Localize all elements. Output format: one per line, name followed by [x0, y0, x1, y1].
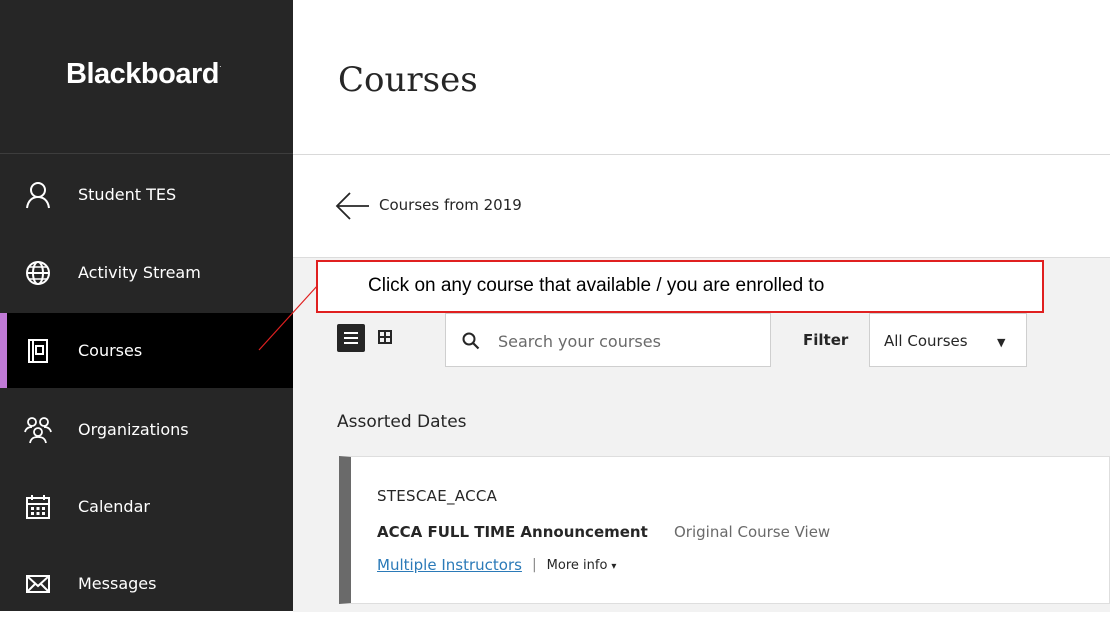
filter-dropdown[interactable]: All Courses ▼ — [869, 313, 1027, 367]
calendar-icon — [24, 493, 52, 521]
search-icon — [462, 332, 480, 350]
sidebar-item-label: Student TES — [78, 185, 177, 204]
view-toggle — [337, 324, 399, 352]
sidebar-item-messages[interactable]: Messages — [0, 546, 293, 621]
blackboard-logo[interactable]: Blackboard· — [66, 58, 222, 91]
back-navigation: Courses from 2019 — [293, 155, 1110, 257]
envelope-icon — [24, 570, 52, 598]
more-info-button[interactable]: More info ▾ — [547, 558, 617, 573]
search-input[interactable] — [496, 324, 760, 358]
back-arrow-icon[interactable] — [335, 191, 371, 221]
filter-label: Filter — [803, 331, 849, 349]
sidebar-item-label: Activity Stream — [78, 263, 201, 282]
sidebar-item-organizations[interactable]: Organizations — [0, 392, 293, 467]
user-icon — [24, 181, 52, 209]
sidebar-item-label: Calendar — [78, 497, 150, 516]
courses-icon — [24, 337, 52, 365]
organizations-icon — [24, 416, 52, 444]
page-title: Courses — [338, 60, 478, 100]
filter-selected-value: All Courses — [884, 332, 968, 350]
course-card[interactable]: STESCAE_ACCA ACCA FULL TIME Announcement… — [339, 456, 1110, 604]
sidebar-item-label: Organizations — [78, 420, 189, 439]
grid-icon — [378, 329, 392, 348]
logo-area: Blackboard· — [0, 0, 293, 154]
grid-view-button[interactable] — [371, 324, 399, 352]
link-separator: | — [531, 557, 537, 573]
course-name[interactable]: ACCA FULL TIME Announcement — [377, 523, 648, 541]
sidebar-item-label: Courses — [78, 341, 143, 360]
caret-down-icon: ▼ — [997, 336, 1006, 349]
section-heading: Assorted Dates — [337, 412, 467, 432]
sidebar-item-activity-stream[interactable]: Activity Stream — [0, 235, 293, 310]
course-id: STESCAE_ACCA — [377, 487, 498, 505]
sidebar-item-calendar[interactable]: Calendar — [0, 469, 293, 544]
annotation-callout: Click on any course that available / you… — [316, 260, 1044, 313]
back-link-label[interactable]: Courses from 2019 — [379, 196, 522, 214]
globe-icon — [24, 259, 52, 287]
course-view-type: Original Course View — [674, 523, 831, 541]
course-links: Multiple Instructors | More info ▾ — [377, 556, 616, 574]
annotation-text: Click on any course that available / you… — [368, 275, 825, 296]
more-info-label: More info — [546, 557, 608, 573]
list-icon — [344, 329, 358, 348]
sidebar: Blackboard· Student TES Activity Stream … — [0, 0, 293, 611]
search-box — [445, 313, 771, 367]
list-view-button[interactable] — [337, 324, 365, 352]
sidebar-item-courses[interactable]: Courses — [0, 313, 293, 388]
chevron-down-icon: ▾ — [611, 560, 617, 572]
sidebar-item-label: Messages — [78, 574, 157, 593]
sidebar-item-student-tes[interactable]: Student TES — [0, 157, 293, 232]
instructors-link[interactable]: Multiple Instructors — [377, 556, 522, 574]
